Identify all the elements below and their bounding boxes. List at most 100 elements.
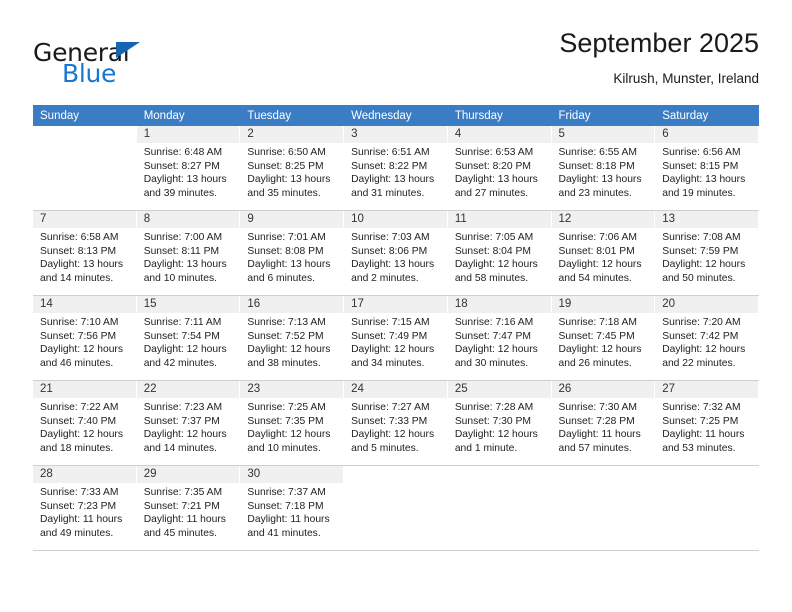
day-cell-25[interactable]: 25 Sunrise: 7:28 AM Sunset: 7:30 PM Dayligh… [447, 381, 552, 465]
calendar-header-row: Sunday Monday Tuesday Wednesday Thursday… [33, 105, 759, 126]
day-cell-9[interactable]: 9 Sunrise: 7:01 AM Sunset: 8:08 PM Daylight… [240, 211, 345, 295]
day-cell-8[interactable]: 8 Sunrise: 7:00 AM Sunset: 8:11 PM Daylight… [136, 211, 241, 295]
sunrise-text: Sunrise: 6:53 AM [454, 147, 534, 158]
day-number: 14 [33, 296, 136, 313]
day-cell-7[interactable]: 7 Sunrise: 6:58 AM Sunset: 8:13 PM Daylight… [33, 211, 137, 295]
weekday-header-thursday: Thursday [447, 105, 552, 126]
day-cell-20[interactable]: 20 Sunrise: 7:20 AM Sunset: 7:42 PM Dayligh… [655, 296, 759, 380]
day-number: 17 [344, 296, 447, 313]
calendar-page: General Blue September 2025 Kilrush, Mun… [0, 0, 792, 612]
sunset-text: Sunset: 7:56 PM [40, 330, 117, 342]
sunrise-sunset-calendar: Sunday Monday Tuesday Wednesday Thursday… [33, 105, 759, 551]
sunset-text: Sunset: 7:35 PM [247, 415, 324, 427]
day-cell-1[interactable]: 1 Sunrise: 6:48 AM Sunset: 8:27 PM Daylight… [136, 126, 241, 210]
sunset-text: Sunset: 8:11 PM [143, 245, 220, 257]
day-details: Sunrise: 7:15 AM Sunset: 7:49 PM Daylight:… [344, 313, 447, 370]
page-header: General Blue September 2025 Kilrush, Mun… [33, 26, 759, 98]
day-cell-18[interactable]: 18 Sunrise: 7:16 AM Sunset: 7:47 PM Dayligh… [447, 296, 552, 380]
day-details: Sunrise: 7:06 AM Sunset: 8:01 PM Daylight:… [552, 228, 655, 285]
day-number: 16 [240, 296, 344, 313]
daylight-text: Daylight: 12 hours and 10 minutes. [247, 429, 331, 454]
day-cell-17[interactable]: 17 Sunrise: 7:15 AM Sunset: 7:49 PM Dayligh… [344, 296, 448, 380]
daylight-text: Daylight: 13 hours and 27 minutes. [454, 174, 538, 199]
sunrise-text: Sunrise: 6:55 AM [558, 147, 637, 158]
day-number: 7 [33, 211, 136, 228]
sunset-text: Sunset: 8:15 PM [662, 160, 739, 172]
sunrise-text: Sunrise: 7:03 AM [351, 232, 430, 243]
day-details: Sunrise: 7:22 AM Sunset: 7:40 PM Daylight:… [33, 398, 136, 455]
sunrise-text: Sunrise: 6:48 AM [143, 147, 223, 158]
sunrise-text: Sunrise: 7:37 AM [247, 487, 326, 498]
calendar-cell: 25 Sunrise: 7:28 AM Sunset: 7:30 PM Dayligh… [447, 380, 552, 466]
day-cell-11[interactable]: 11 Sunrise: 7:05 AM Sunset: 8:04 PM Dayligh… [447, 211, 552, 295]
sunset-text: Sunset: 8:22 PM [351, 160, 428, 172]
day-cell-15[interactable]: 15 Sunrise: 7:11 AM Sunset: 7:54 PM Dayligh… [136, 296, 241, 380]
day-cell-16[interactable]: 16 Sunrise: 7:13 AM Sunset: 7:52 PM Dayligh… [240, 296, 345, 380]
day-details: Sunrise: 7:23 AM Sunset: 7:37 PM Daylight:… [137, 398, 240, 455]
calendar-cell: 13 Sunrise: 7:08 AM Sunset: 7:59 PM Dayligh… [655, 210, 759, 296]
daylight-text: Daylight: 12 hours and 34 minutes. [351, 344, 435, 369]
sunrise-text: Sunrise: 7:05 AM [454, 232, 534, 243]
day-cell-24[interactable]: 24 Sunrise: 7:27 AM Sunset: 7:33 PM Dayligh… [344, 381, 448, 465]
calendar-cell: 10 Sunrise: 7:03 AM Sunset: 8:06 PM Dayligh… [344, 210, 448, 296]
calendar-cell: 15 Sunrise: 7:11 AM Sunset: 7:54 PM Dayligh… [136, 295, 241, 381]
sunset-text: Sunset: 7:47 PM [454, 330, 531, 342]
sunrise-text: Sunrise: 6:51 AM [351, 147, 430, 158]
day-cell-3[interactable]: 3 Sunrise: 6:51 AM Sunset: 8:22 PM Daylight… [344, 126, 448, 210]
location-subtitle: Kilrush, Munster, Ireland [613, 71, 759, 86]
day-cell-21[interactable]: 21 Sunrise: 7:22 AM Sunset: 7:40 PM Dayligh… [33, 381, 137, 465]
day-cell-13[interactable]: 13 Sunrise: 7:08 AM Sunset: 7:59 PM Dayligh… [655, 211, 759, 295]
day-cell-6[interactable]: 6 Sunrise: 6:56 AM Sunset: 8:15 PM Daylight… [655, 126, 759, 210]
day-cell-2[interactable]: 2 Sunrise: 6:50 AM Sunset: 8:25 PM Daylight… [240, 126, 345, 210]
day-cell-27[interactable]: 27 Sunrise: 7:32 AM Sunset: 7:25 PM Dayligh… [655, 381, 759, 465]
day-number: 11 [447, 211, 551, 228]
day-details: Sunrise: 7:10 AM Sunset: 7:56 PM Daylight:… [33, 313, 136, 370]
day-cell-10[interactable]: 10 Sunrise: 7:03 AM Sunset: 8:06 PM Dayligh… [344, 211, 448, 295]
sunset-text: Sunset: 8:06 PM [351, 245, 428, 257]
sunrise-text: Sunrise: 6:56 AM [662, 147, 741, 158]
calendar-cell: 30 Sunrise: 7:37 AM Sunset: 7:18 PM Dayligh… [240, 465, 345, 551]
day-cell-26[interactable]: 26 Sunrise: 7:30 AM Sunset: 7:28 PM Dayligh… [551, 381, 656, 465]
calendar-cell: 16 Sunrise: 7:13 AM Sunset: 7:52 PM Dayligh… [240, 295, 345, 381]
day-details: Sunrise: 7:03 AM Sunset: 8:06 PM Daylight:… [344, 228, 447, 285]
calendar-week-row: 21 Sunrise: 7:22 AM Sunset: 7:40 PM Dayligh… [33, 380, 759, 466]
day-cell-12[interactable]: 12 Sunrise: 7:06 AM Sunset: 8:01 PM Dayligh… [551, 211, 656, 295]
calendar-cell: 6 Sunrise: 6:56 AM Sunset: 8:15 PM Daylight… [655, 126, 759, 211]
day-number: 9 [240, 211, 344, 228]
sunset-text: Sunset: 7:54 PM [143, 330, 220, 342]
day-cell-23[interactable]: 23 Sunrise: 7:25 AM Sunset: 7:35 PM Dayligh… [240, 381, 345, 465]
day-cell-29[interactable]: 29 Sunrise: 7:35 AM Sunset: 7:21 PM Dayligh… [136, 466, 241, 550]
day-details: Sunrise: 6:56 AM Sunset: 8:15 PM Daylight:… [655, 143, 758, 200]
day-details: Sunrise: 7:01 AM Sunset: 8:08 PM Daylight:… [240, 228, 343, 285]
day-cell-28[interactable]: 28 Sunrise: 7:33 AM Sunset: 7:23 PM Dayligh… [33, 466, 137, 550]
daylight-text: Daylight: 12 hours and 54 minutes. [558, 259, 642, 284]
calendar-cell: 12 Sunrise: 7:06 AM Sunset: 8:01 PM Dayligh… [551, 210, 656, 296]
calendar-cell [344, 465, 448, 551]
daylight-text: Daylight: 12 hours and 46 minutes. [40, 344, 123, 369]
calendar-week-row: 14 Sunrise: 7:10 AM Sunset: 7:56 PM Dayligh… [33, 295, 759, 381]
day-cell-4[interactable]: 4 Sunrise: 6:53 AM Sunset: 8:20 PM Daylight… [447, 126, 552, 210]
day-number: 5 [551, 126, 655, 143]
day-number: 8 [136, 211, 240, 228]
sunset-text: Sunset: 7:40 PM [40, 415, 117, 427]
day-cell-22[interactable]: 22 Sunrise: 7:23 AM Sunset: 7:37 PM Dayligh… [136, 381, 241, 465]
day-number [655, 466, 758, 483]
calendar-cell: 21 Sunrise: 7:22 AM Sunset: 7:40 PM Dayligh… [33, 380, 137, 466]
calendar-cell [655, 465, 759, 551]
day-details: Sunrise: 7:27 AM Sunset: 7:33 PM Daylight:… [344, 398, 447, 455]
daylight-text: Daylight: 13 hours and 39 minutes. [143, 174, 227, 199]
day-cell-30[interactable]: 30 Sunrise: 7:37 AM Sunset: 7:18 PM Dayligh… [240, 466, 345, 550]
day-number: 24 [344, 381, 447, 398]
calendar-week-row: 1 Sunrise: 6:48 AM Sunset: 8:27 PM Daylight… [33, 126, 759, 211]
sunrise-text: Sunrise: 7:35 AM [143, 487, 223, 498]
day-cell-empty [344, 466, 448, 550]
day-cell-14[interactable]: 14 Sunrise: 7:10 AM Sunset: 7:56 PM Dayligh… [33, 296, 137, 380]
general-blue-logo[interactable]: General Blue [33, 26, 263, 88]
sunrise-text: Sunrise: 7:06 AM [558, 232, 637, 243]
sunset-text: Sunset: 7:25 PM [662, 415, 739, 427]
sunrise-text: Sunrise: 7:10 AM [40, 317, 119, 328]
day-number [552, 466, 655, 483]
calendar-cell: 14 Sunrise: 7:10 AM Sunset: 7:56 PM Dayligh… [33, 295, 137, 381]
day-cell-5[interactable]: 5 Sunrise: 6:55 AM Sunset: 8:18 PM Daylight… [551, 126, 656, 210]
day-cell-19[interactable]: 19 Sunrise: 7:18 AM Sunset: 7:45 PM Dayligh… [551, 296, 656, 380]
